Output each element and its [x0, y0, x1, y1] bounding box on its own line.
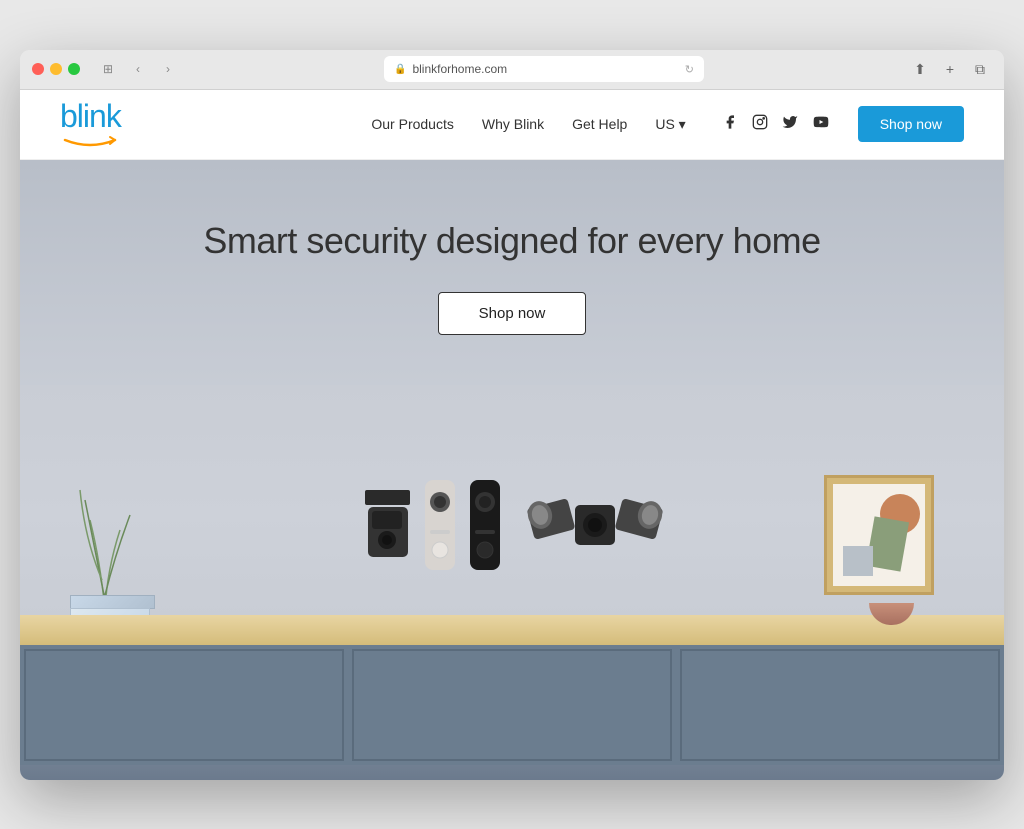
logo-arrow-icon	[60, 132, 120, 148]
facebook-icon[interactable]	[722, 114, 738, 135]
hero-section: Smart security designed for every home S…	[20, 160, 1004, 780]
browser-titlebar: ⊞ ‹ › 🔒 blinkforhome.com ↻ ⬆ + ⧉	[20, 50, 1004, 90]
youtube-icon[interactable]	[812, 114, 830, 135]
doorbell-dark-svg	[465, 480, 505, 570]
browser-controls: ⊞ ‹ ›	[96, 59, 180, 79]
logo-text: blink	[60, 100, 121, 132]
new-tab-button[interactable]: +	[938, 59, 962, 79]
nav-us-selector[interactable]: US ▾	[655, 116, 685, 133]
doorbell-camera-dark	[465, 480, 505, 575]
tabs-button[interactable]: ⧉	[968, 59, 992, 79]
close-button[interactable]	[32, 63, 44, 75]
address-bar-container: 🔒 blinkforhome.com ↻	[188, 56, 900, 82]
art-inner	[833, 484, 925, 586]
forward-button[interactable]: ›	[156, 59, 180, 79]
floodlight-svg	[525, 485, 665, 565]
outdoor-camera-mount	[360, 485, 415, 565]
browser-window: ⊞ ‹ › 🔒 blinkforhome.com ↻ ⬆ + ⧉ blink	[20, 50, 1004, 780]
hero-shop-now-button[interactable]: Shop now	[438, 292, 587, 335]
lock-icon: 🔒	[394, 64, 406, 75]
navbar: blink Our Products Why Blink Get Help US…	[20, 90, 1004, 160]
book-top	[70, 595, 155, 609]
minimize-button[interactable]	[50, 63, 62, 75]
shop-now-nav-button[interactable]: Shop now	[858, 106, 964, 142]
bowl-shape	[869, 603, 914, 625]
sidebar-toggle-button[interactable]: ⊞	[96, 59, 120, 79]
nav-get-help[interactable]: Get Help	[572, 116, 627, 132]
traffic-lights	[32, 63, 80, 75]
art-frame	[824, 475, 934, 595]
cabinet	[20, 645, 1004, 765]
outdoor-camera-svg	[360, 485, 415, 560]
cabinet-panel-center	[352, 649, 672, 761]
nav-social	[722, 114, 830, 135]
browser-right-controls: ⬆ + ⧉	[908, 59, 992, 79]
floodlight-camera	[525, 485, 665, 570]
nav-why-blink[interactable]: Why Blink	[482, 116, 544, 132]
share-button[interactable]: ⬆	[908, 59, 932, 79]
doorbell-svg	[420, 480, 460, 570]
logo[interactable]: blink	[60, 100, 121, 148]
instagram-icon[interactable]	[752, 114, 768, 135]
nav-links: Our Products Why Blink Get Help US ▾	[371, 106, 964, 142]
shelf-surface	[20, 615, 1004, 645]
address-bar[interactable]: 🔒 blinkforhome.com ↻	[384, 56, 704, 82]
reload-icon[interactable]: ↻	[685, 63, 694, 76]
back-button[interactable]: ‹	[126, 59, 150, 79]
twitter-icon[interactable]	[782, 114, 798, 135]
cabinet-panel-left	[24, 649, 344, 761]
hero-title: Smart security designed for every home	[203, 220, 820, 262]
doorbell-camera	[420, 480, 460, 575]
maximize-button[interactable]	[68, 63, 80, 75]
url-text: blinkforhome.com	[412, 62, 507, 76]
product-scene: | Art & Design	[20, 385, 1004, 765]
bowl-decoration	[869, 603, 914, 625]
nav-our-products[interactable]: Our Products	[371, 116, 453, 132]
website: blink Our Products Why Blink Get Help US…	[20, 90, 1004, 780]
art-shape-3	[843, 546, 873, 576]
cabinet-panel-right	[680, 649, 1000, 761]
